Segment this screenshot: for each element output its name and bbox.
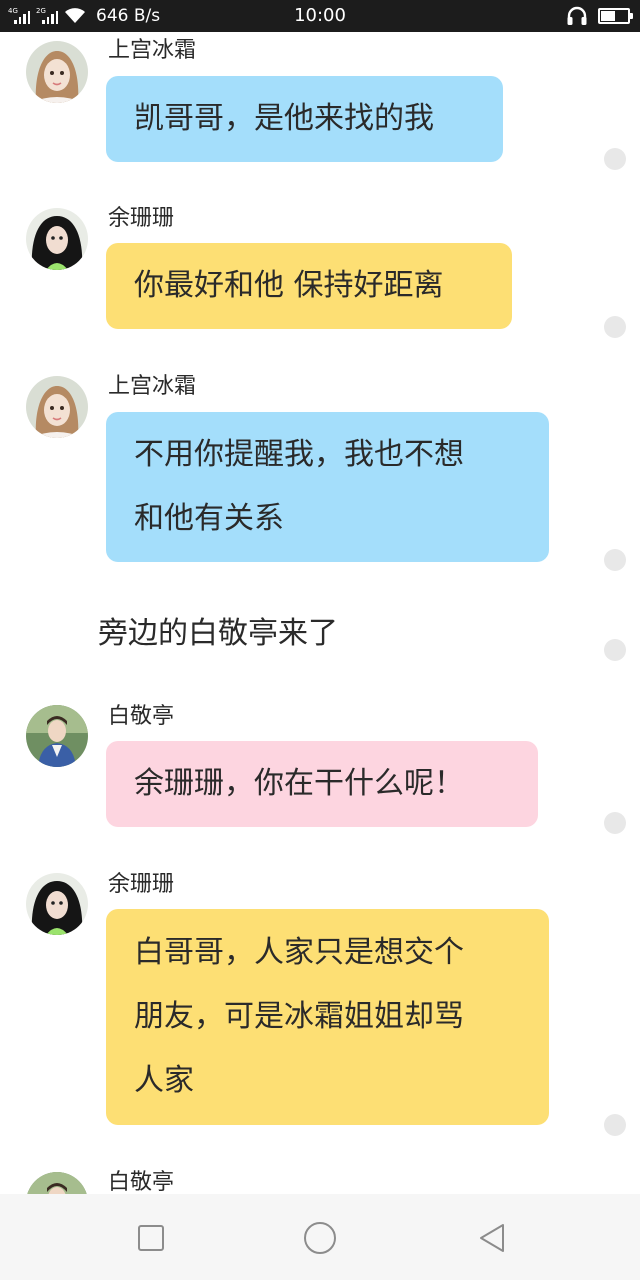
read-indicator-dot: [604, 148, 626, 170]
status-bar: 4G 2G 646 B/s 10:00: [0, 0, 640, 32]
message-bubble[interactable]: 不用你提醒我，我也不想 和他有关系: [106, 412, 549, 562]
battery-icon: [598, 8, 633, 24]
message-bubble[interactable]: 白哥哥，人家只是想交个 朋友，可是冰霜姐姐却骂 人家: [106, 909, 549, 1125]
read-indicator-dot: [604, 1114, 626, 1136]
sender-name: 余珊珊: [108, 206, 175, 231]
clock: 10:00: [294, 5, 346, 26]
avatar-shangguan-bingshuang[interactable]: [26, 376, 88, 438]
avatar-yu-shanshan[interactable]: [26, 208, 88, 270]
triangle-back-icon[interactable]: [472, 1218, 512, 1258]
headphones-icon: [567, 6, 587, 25]
avatar-yu-shanshan[interactable]: [26, 873, 88, 935]
read-indicator-dot: [604, 549, 626, 571]
narration-text: 旁边的白敬亭来了: [98, 616, 338, 651]
sender-name: 白敬亭: [108, 704, 175, 729]
square-icon[interactable]: [131, 1218, 171, 1258]
read-indicator-dot: [604, 812, 626, 834]
circle-icon[interactable]: [300, 1218, 340, 1258]
sender-name: 上宫冰霜: [108, 374, 197, 399]
message-bubble[interactable]: 余珊珊，你在干什么呢！: [106, 741, 538, 827]
chat-transcript[interactable]: 上宫冰霜 凯哥哥，是他来找的我 余珊珊 你最好和他 保持好距离 上宫冰霜 不用你…: [0, 32, 640, 1194]
avatar-shangguan-bingshuang[interactable]: [26, 41, 88, 103]
sender-name: 上宫冰霜: [108, 38, 197, 63]
read-indicator-dot: [604, 316, 626, 338]
navigation-bar: [0, 1194, 640, 1280]
sender-name: 白敬亭: [108, 1170, 175, 1194]
avatar-bai-jingting[interactable]: [26, 1172, 88, 1194]
message-bubble[interactable]: 凯哥哥，是他来找的我: [106, 76, 503, 162]
sender-name: 余珊珊: [108, 872, 175, 897]
read-indicator-dot: [604, 639, 626, 661]
avatar-bai-jingting[interactable]: [26, 705, 88, 767]
message-bubble[interactable]: 你最好和他 保持好距离: [106, 243, 512, 329]
